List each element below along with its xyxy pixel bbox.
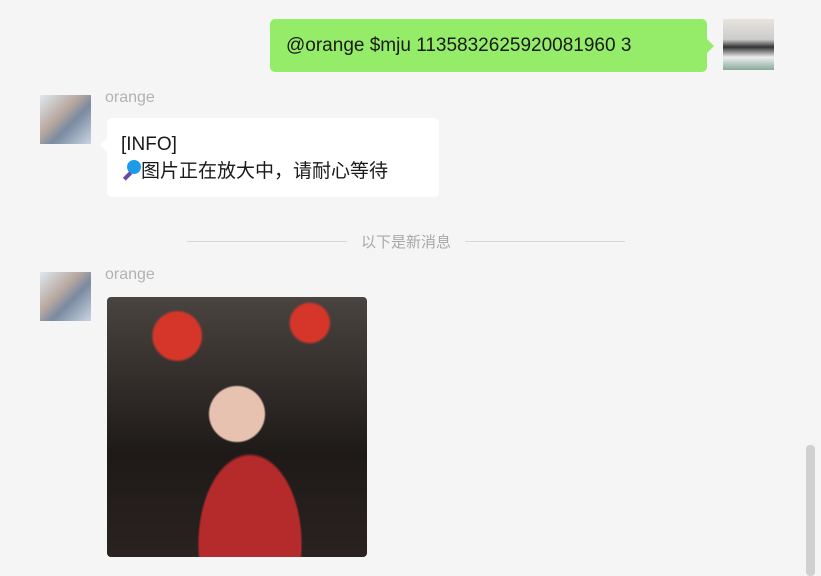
my-message-bubble[interactable]: @orange $mju 1135832625920081960 3 (270, 19, 714, 72)
info-message-bubble[interactable]: [INFO] 图片正在放大中，请耐心等待 (100, 118, 439, 197)
message-line: [INFO] (121, 134, 177, 155)
orange-avatar[interactable] (40, 95, 91, 144)
message-text: @orange $mju 1135832625920081960 3 (286, 35, 632, 56)
scrollbar[interactable] (806, 445, 815, 576)
magnifier-icon (121, 160, 141, 181)
orange-avatar[interactable] (40, 272, 91, 321)
my-avatar[interactable] (723, 19, 774, 70)
new-messages-divider: 以下是新消息 (187, 230, 626, 252)
sender-name: orange (105, 266, 155, 283)
sender-name: orange (105, 89, 155, 106)
message-line: 图片正在放大中，请耐心等待 (141, 161, 389, 182)
image-message[interactable] (107, 297, 367, 557)
